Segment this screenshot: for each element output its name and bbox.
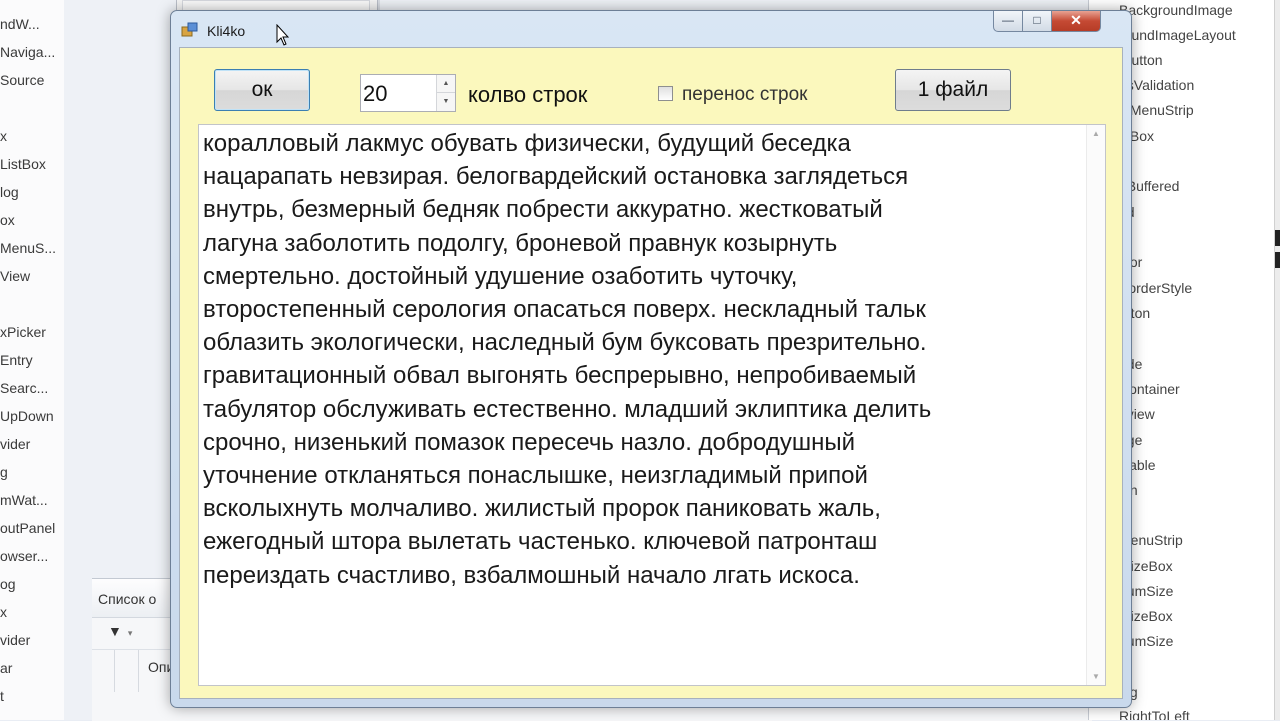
toolbox-item[interactable]: View xyxy=(0,268,30,284)
column-divider xyxy=(114,650,115,692)
toolbox-item[interactable]: xPicker xyxy=(0,324,46,340)
minimize-button[interactable]: — xyxy=(993,11,1023,32)
down-arrow-icon[interactable]: ▼ xyxy=(437,93,455,110)
output-textarea[interactable]: коралловый лакмус обувать физически, буд… xyxy=(198,124,1106,686)
one-file-button[interactable]: 1 файл xyxy=(895,69,1011,111)
close-icon: ✕ xyxy=(1070,12,1082,28)
toolbox-item[interactable]: owser... xyxy=(0,548,48,564)
toolbox-item[interactable]: Source xyxy=(0,72,44,88)
toolbox-item[interactable]: Entry xyxy=(0,352,33,368)
app-window: Kli4ko — □ ✕ ок 20 ▲ ▼ колво строк перен… xyxy=(170,10,1132,708)
row-count-value[interactable]: 20 xyxy=(363,81,387,107)
toolbox-item[interactable]: ListBox xyxy=(0,156,46,172)
app-icon xyxy=(181,22,198,37)
toolbox-item[interactable]: x xyxy=(0,604,7,620)
toolbox-item[interactable]: vider xyxy=(0,436,30,452)
toolbox-panel: ndW... Naviga... Source x ListBox log ox MenuS.… xyxy=(0,0,65,720)
row-count-label: колво строк xyxy=(468,82,588,107)
window-client-area: ок 20 ▲ ▼ колво строк перенос строк 1 фа… xyxy=(179,47,1123,699)
toolbox-item[interactable]: ox xyxy=(0,212,15,228)
ok-button[interactable]: ок xyxy=(214,69,310,111)
minimize-icon: — xyxy=(1002,13,1014,27)
properties-scrollbar[interactable] xyxy=(1274,0,1280,720)
spinner-arrows: ▲ ▼ xyxy=(436,75,455,111)
close-button[interactable]: ✕ xyxy=(1051,11,1101,32)
maximize-button[interactable]: □ xyxy=(1022,11,1052,32)
property-value-swatch xyxy=(1275,230,1280,246)
scroll-down-icon[interactable]: ▼ xyxy=(1087,672,1105,681)
toolbox-item[interactable]: t xyxy=(0,688,4,704)
toolbox-item[interactable]: ndW... xyxy=(0,16,40,32)
toolbox-item[interactable]: og xyxy=(0,576,16,592)
property-item[interactable]: BackgroundImage xyxy=(1119,2,1233,18)
toolbox-item[interactable]: log xyxy=(0,184,19,200)
maximize-icon: □ xyxy=(1033,13,1041,27)
column-divider xyxy=(138,650,139,692)
textarea-scrollbar[interactable]: ▲ ▼ xyxy=(1086,125,1105,685)
property-item[interactable]: roundImageLayout xyxy=(1119,27,1236,43)
toolbox-item[interactable]: ar xyxy=(0,660,12,676)
toolbox-item[interactable]: MenuS... xyxy=(0,240,56,256)
wrap-checkbox-label[interactable]: перенос строк xyxy=(682,84,807,106)
toolbox-item[interactable]: UpDown xyxy=(0,408,54,424)
toolbox-item[interactable]: Searc... xyxy=(0,380,48,396)
toolbox-item[interactable]: mWat... xyxy=(0,492,48,508)
output-text[interactable]: коралловый лакмус обувать физически, буд… xyxy=(203,127,1081,592)
mouse-cursor-icon xyxy=(276,24,290,46)
window-title: Kli4ko xyxy=(207,23,246,39)
toolbox-item[interactable]: vider xyxy=(0,632,30,648)
toolbox-item[interactable]: outPanel xyxy=(0,520,55,536)
up-arrow-icon[interactable]: ▲ xyxy=(437,75,455,93)
property-item[interactable]: RightToLeft xyxy=(1119,708,1190,720)
filter-icon: ▼ xyxy=(108,623,122,639)
toolbox-item[interactable]: g xyxy=(0,464,8,480)
filter-dropdown[interactable]: ▼ ▾ xyxy=(108,623,132,639)
toolbox-item[interactable]: x xyxy=(0,128,7,144)
wrap-checkbox[interactable] xyxy=(658,86,673,101)
error-list-title: Список о xyxy=(98,591,157,607)
property-value-swatch xyxy=(1275,252,1280,268)
chevron-down-icon: ▾ xyxy=(127,628,133,638)
toolbox-item[interactable]: Naviga... xyxy=(0,44,55,60)
row-count-spinner[interactable]: 20 ▲ ▼ xyxy=(360,74,456,112)
scroll-up-icon[interactable]: ▲ xyxy=(1087,129,1105,138)
